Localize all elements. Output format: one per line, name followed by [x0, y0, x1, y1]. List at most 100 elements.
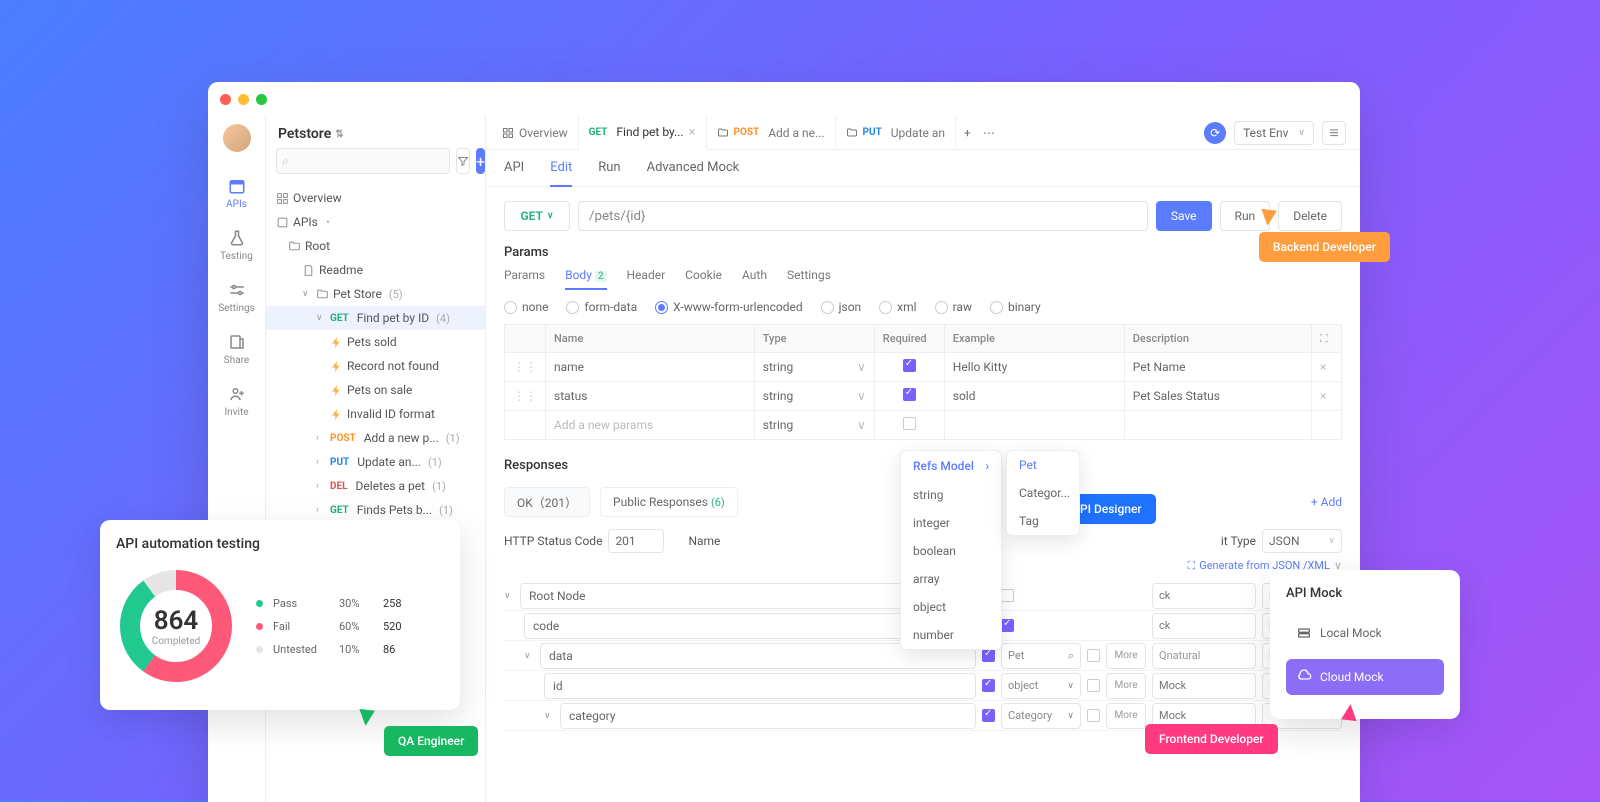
cell-desc[interactable]: Pet Sales Status — [1124, 382, 1311, 411]
subtab-run[interactable]: Run — [598, 160, 620, 186]
status-code-input[interactable] — [608, 529, 664, 553]
tree-apis[interactable]: APIs • — [266, 210, 485, 234]
sync-icon[interactable]: ⟳ — [1204, 122, 1226, 144]
required-checkbox[interactable] — [903, 359, 916, 372]
popup-item[interactable]: Tag — [1007, 507, 1079, 535]
radio-xml[interactable]: xml — [879, 300, 916, 314]
response-tab-ok[interactable]: OK（201） — [504, 487, 590, 517]
method-select[interactable]: GET ∨ — [504, 201, 570, 231]
mock-input[interactable] — [1152, 613, 1256, 639]
save-button[interactable]: Save — [1156, 201, 1212, 231]
chevron-down-icon[interactable]: ∨ — [544, 711, 554, 721]
mock-input[interactable] — [1152, 673, 1256, 699]
delete-button[interactable]: Delete — [1278, 201, 1342, 231]
rail-share[interactable]: Share — [208, 324, 265, 374]
popup-item[interactable]: Categor... — [1007, 479, 1079, 507]
popup-item[interactable]: Pet — [1007, 451, 1079, 479]
cell-example[interactable]: Hello Kitty — [944, 353, 1124, 382]
content-type-select[interactable]: JSON∨ — [1262, 529, 1342, 553]
tree-item[interactable]: Invalid ID format — [266, 402, 485, 426]
popup-item[interactable]: number — [901, 621, 1001, 649]
tree-overview[interactable]: Overview — [266, 186, 485, 210]
req-checkbox[interactable] — [982, 679, 995, 692]
tree-item[interactable]: ›GETFinds Pets b...(1) — [266, 498, 485, 522]
tree-item[interactable]: ›DELDeletes a pet(1) — [266, 474, 485, 498]
tree-item[interactable]: ›PUTUpdate an...(1) — [266, 450, 485, 474]
rail-settings[interactable]: Settings — [208, 272, 265, 322]
ptab-settings[interactable]: Settings — [787, 268, 831, 290]
tree-root[interactable]: Root — [266, 234, 485, 258]
radio-urlencoded[interactable]: X-www-form-urlencoded — [655, 300, 802, 314]
maximize-window-icon[interactable] — [256, 94, 267, 105]
tree-item[interactable]: Record not found — [266, 354, 485, 378]
close-window-icon[interactable] — [220, 94, 231, 105]
more-button[interactable]: More — [1106, 643, 1146, 669]
tab-update[interactable]: PUT Update an — [836, 116, 956, 150]
more-button[interactable]: More — [1106, 703, 1146, 729]
more-button[interactable]: More — [1106, 673, 1146, 699]
required-checkbox[interactable] — [903, 417, 916, 430]
chevron-down-icon[interactable]: ∨ — [504, 591, 514, 601]
avatar[interactable] — [223, 124, 251, 152]
mock-input[interactable] — [1152, 583, 1256, 609]
req-checkbox[interactable] — [982, 649, 995, 662]
cell-type[interactable]: string ∨ — [754, 353, 874, 382]
rail-apis[interactable]: APIs — [208, 168, 265, 218]
extra-checkbox[interactable] — [1087, 709, 1100, 722]
tree-item[interactable]: Pets on sale — [266, 378, 485, 402]
radio-formdata[interactable]: form-data — [566, 300, 637, 314]
tree-item[interactable]: ›POSTAdd a new p...(1) — [266, 426, 485, 450]
ptab-auth[interactable]: Auth — [742, 268, 767, 290]
cell-desc[interactable]: Pet Name — [1124, 353, 1311, 382]
cell-name[interactable]: status — [546, 382, 755, 411]
ptab-cookie[interactable]: Cookie — [685, 268, 722, 290]
required-checkbox[interactable] — [903, 388, 916, 401]
tree-petstore[interactable]: ∨ Pet Store (5) — [266, 282, 485, 306]
cell-example[interactable]: sold — [944, 382, 1124, 411]
subtab-mock[interactable]: Advanced Mock — [647, 160, 740, 186]
drag-handle-icon[interactable]: ⋮⋮ — [505, 382, 546, 411]
subtab-api[interactable]: API — [504, 160, 524, 186]
tree-item[interactable]: Pets sold — [266, 330, 485, 354]
chevron-down-icon[interactable]: ∨ — [524, 651, 534, 661]
popup-item[interactable]: string — [901, 481, 1001, 509]
ptab-header[interactable]: Header — [627, 268, 666, 290]
close-tab-icon[interactable]: × — [689, 125, 696, 140]
extra-checkbox[interactable] — [1087, 649, 1100, 662]
url-input[interactable] — [578, 201, 1148, 231]
add-response-button[interactable]: + Add — [1311, 495, 1342, 509]
req-checkbox[interactable] — [1001, 619, 1014, 632]
hamburger-button[interactable]: ≡ — [1322, 121, 1346, 145]
popup-header[interactable]: Refs Model› — [901, 451, 1001, 481]
expand-icon[interactable]: ⛶ — [1320, 332, 1328, 345]
type-select[interactable]: Pet⌕ — [1001, 643, 1081, 669]
tree-item-findpet[interactable]: ∨ GET Find pet by ID (4) — [266, 306, 485, 330]
rail-testing[interactable]: Testing — [208, 220, 265, 270]
environment-select[interactable]: Test Env ∨ — [1234, 121, 1314, 145]
cell-type[interactable]: string ∨ — [754, 382, 874, 411]
ptab-body[interactable]: Body2 — [565, 268, 606, 290]
popup-item[interactable]: integer — [901, 509, 1001, 537]
mock-input[interactable] — [1152, 643, 1256, 669]
type-select[interactable]: Category∨ — [1001, 703, 1081, 729]
schema-name-input[interactable]: id — [544, 673, 976, 699]
run-button[interactable]: Run — [1220, 201, 1271, 231]
add-button[interactable]: + — [476, 148, 485, 174]
tree-readme[interactable]: Readme — [266, 258, 485, 282]
drag-handle-icon[interactable]: ⋮⋮ — [505, 353, 546, 382]
req-checkbox[interactable] — [982, 709, 995, 722]
radio-json[interactable]: json — [821, 300, 862, 314]
ptab-params[interactable]: Params — [504, 268, 545, 290]
popup-item[interactable]: boolean — [901, 537, 1001, 565]
popup-item[interactable]: object — [901, 593, 1001, 621]
cell-name[interactable]: name — [546, 353, 755, 382]
cloud-mock-option[interactable]: Cloud Mock — [1286, 659, 1444, 695]
radio-binary[interactable]: binary — [990, 300, 1041, 314]
popup-item[interactable]: array — [901, 565, 1001, 593]
tab-findpet[interactable]: GET Find pet by... × — [579, 116, 707, 150]
filter-button[interactable] — [456, 148, 470, 174]
tab-addnew[interactable]: POST Add a ne... — [707, 116, 836, 150]
response-tab-public[interactable]: Public Responses (6) — [600, 487, 738, 517]
radio-raw[interactable]: raw — [935, 300, 972, 314]
minimize-window-icon[interactable] — [238, 94, 249, 105]
